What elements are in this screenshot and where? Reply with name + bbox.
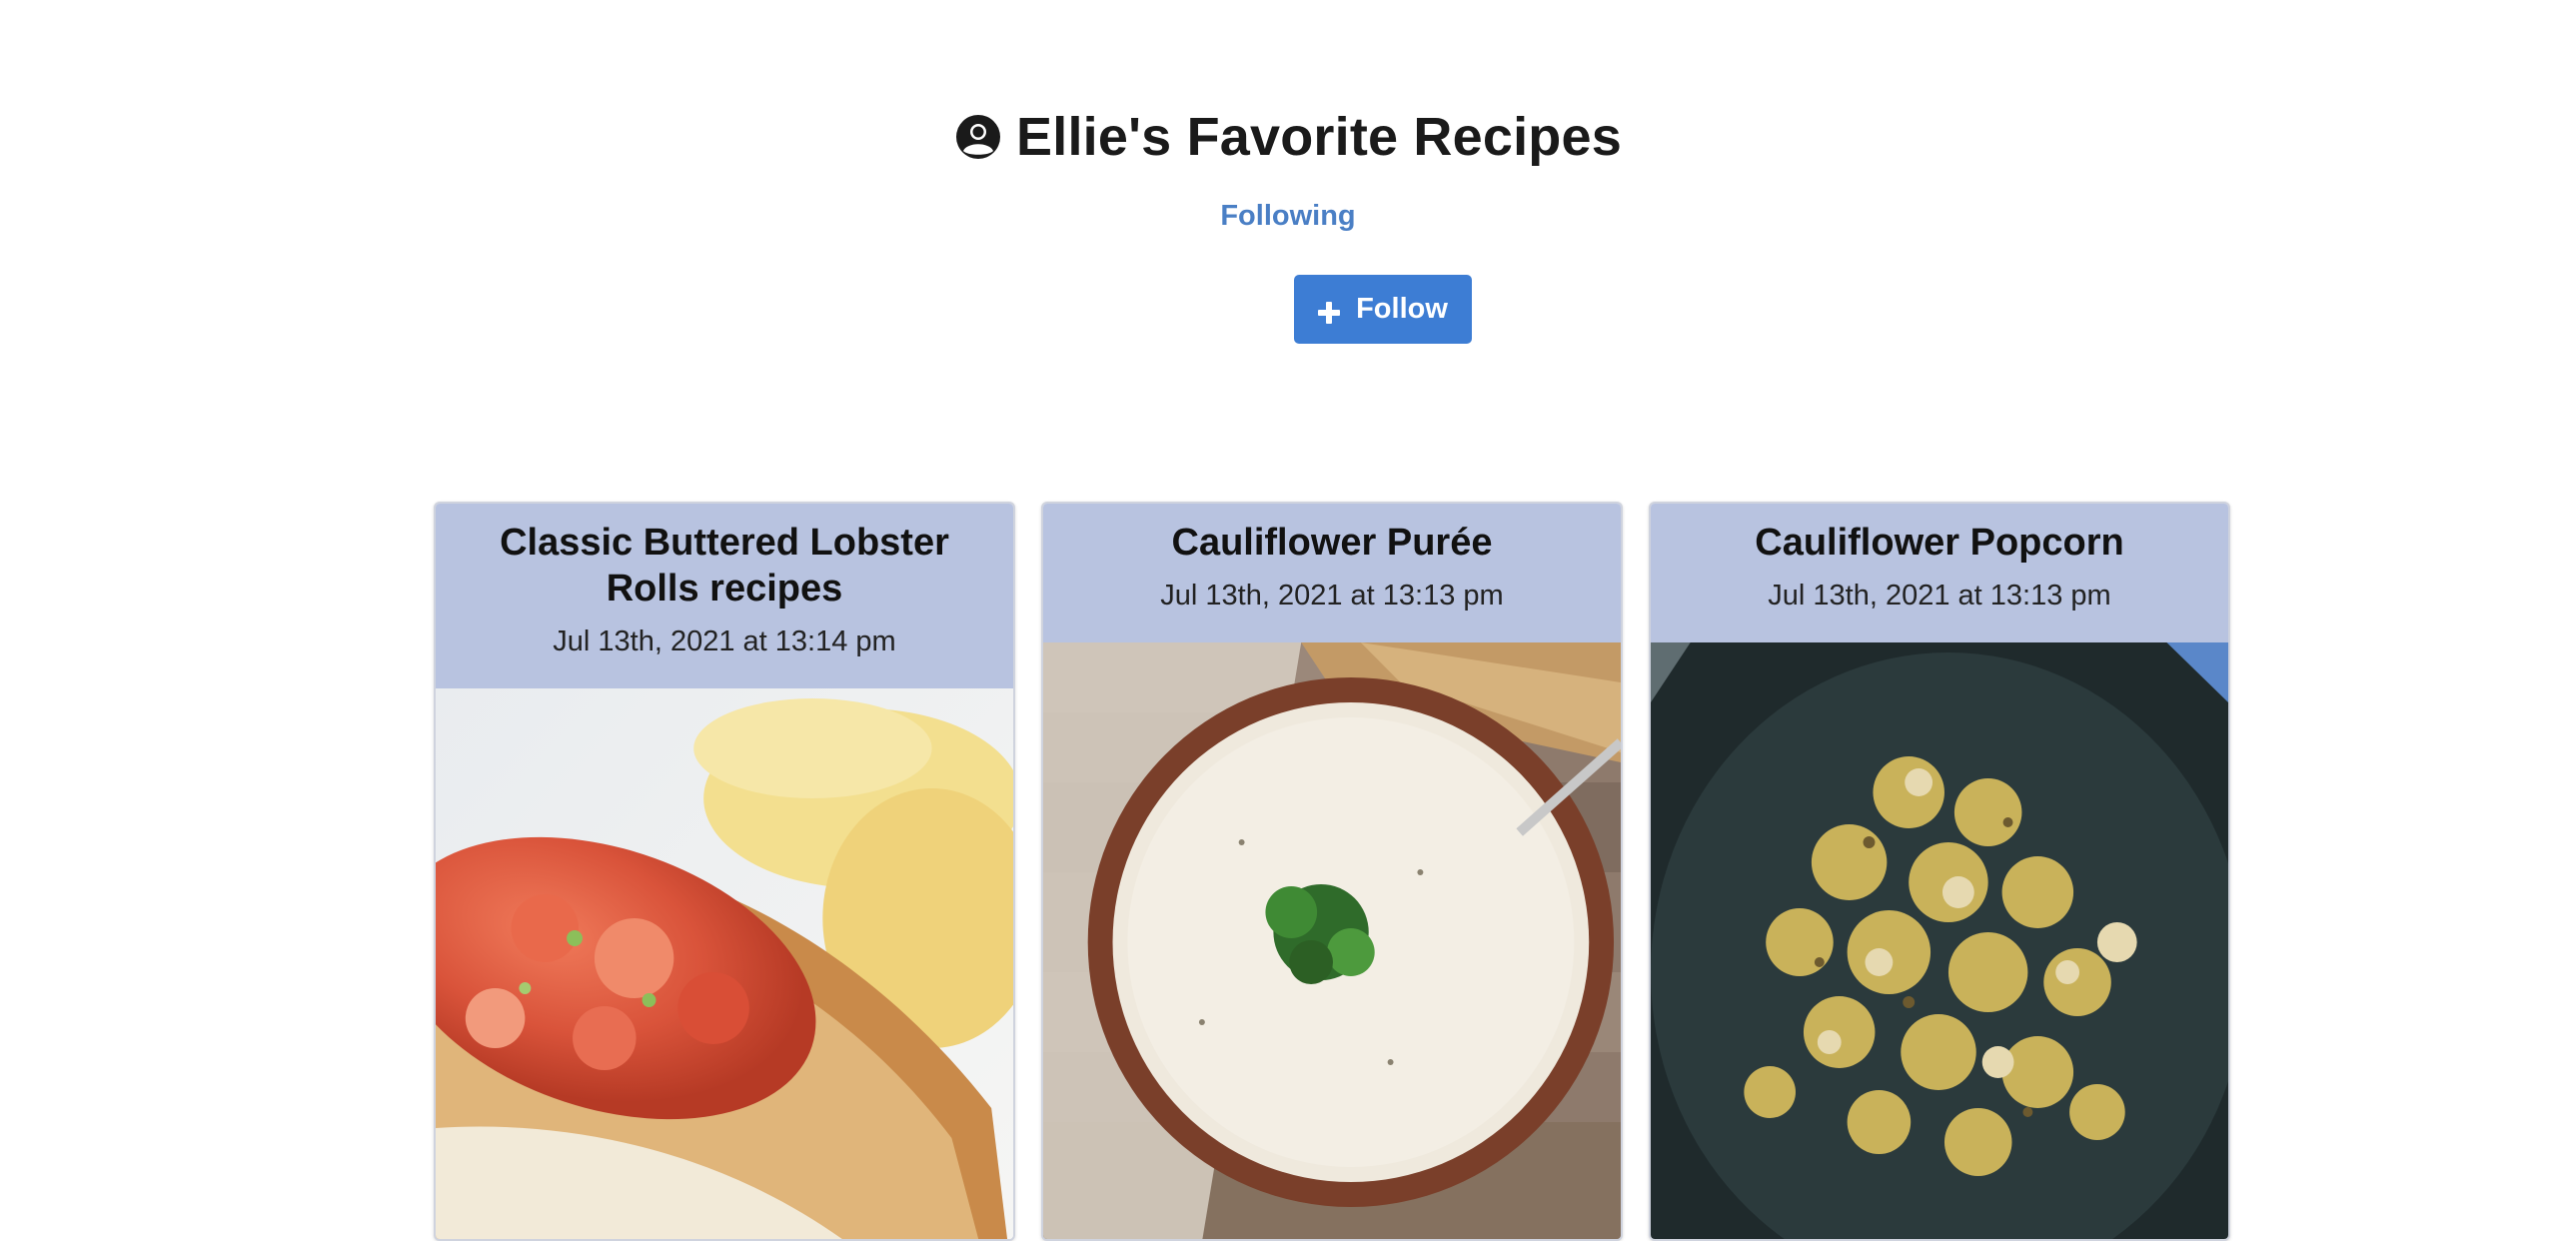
recipe-card[interactable]: Cauliflower Purée Jul 13th, 2021 at 13:1… bbox=[1041, 502, 1623, 1241]
title-row: Ellie's Favorite Recipes bbox=[0, 106, 2576, 168]
recipe-title[interactable]: Classic Buttered Lobster Rolls recipes bbox=[454, 520, 995, 612]
recipe-grid: Classic Buttered Lobster Rolls recipes J… bbox=[0, 502, 2576, 1241]
follow-button[interactable]: Follow bbox=[1294, 275, 1472, 344]
recipe-date: Jul 13th, 2021 at 13:13 pm bbox=[1160, 580, 1504, 612]
recipe-card-header: Classic Buttered Lobster Rolls recipes J… bbox=[436, 504, 1013, 688]
recipe-card[interactable]: Classic Buttered Lobster Rolls recipes J… bbox=[434, 502, 1015, 1241]
user-circle-icon bbox=[954, 113, 1002, 161]
recipe-date: Jul 13th, 2021 at 13:13 pm bbox=[1768, 580, 2111, 612]
lobster-roll-image[interactable] bbox=[436, 688, 1013, 1241]
plus-icon bbox=[1318, 299, 1341, 324]
following-link[interactable]: Following bbox=[0, 200, 2576, 233]
recipe-card-header: Cauliflower Purée Jul 13th, 2021 at 13:1… bbox=[1043, 504, 1621, 642]
profile-header: Ellie's Favorite Recipes Following Follo… bbox=[0, 0, 2576, 420]
cauliflower-puree-image[interactable] bbox=[1043, 642, 1621, 1241]
follow-button-label: Follow bbox=[1356, 293, 1448, 325]
recipe-date: Jul 13th, 2021 at 13:14 pm bbox=[553, 625, 896, 657]
recipe-title[interactable]: Cauliflower Purée bbox=[1061, 520, 1603, 566]
recipe-card[interactable]: Cauliflower Popcorn Jul 13th, 2021 at 13… bbox=[1649, 502, 2230, 1241]
cauliflower-popcorn-image[interactable] bbox=[1651, 642, 2228, 1241]
recipe-card-header: Cauliflower Popcorn Jul 13th, 2021 at 13… bbox=[1651, 504, 2228, 642]
page-title: Ellie's Favorite Recipes bbox=[1016, 107, 1622, 167]
recipe-title[interactable]: Cauliflower Popcorn bbox=[1669, 520, 2210, 566]
